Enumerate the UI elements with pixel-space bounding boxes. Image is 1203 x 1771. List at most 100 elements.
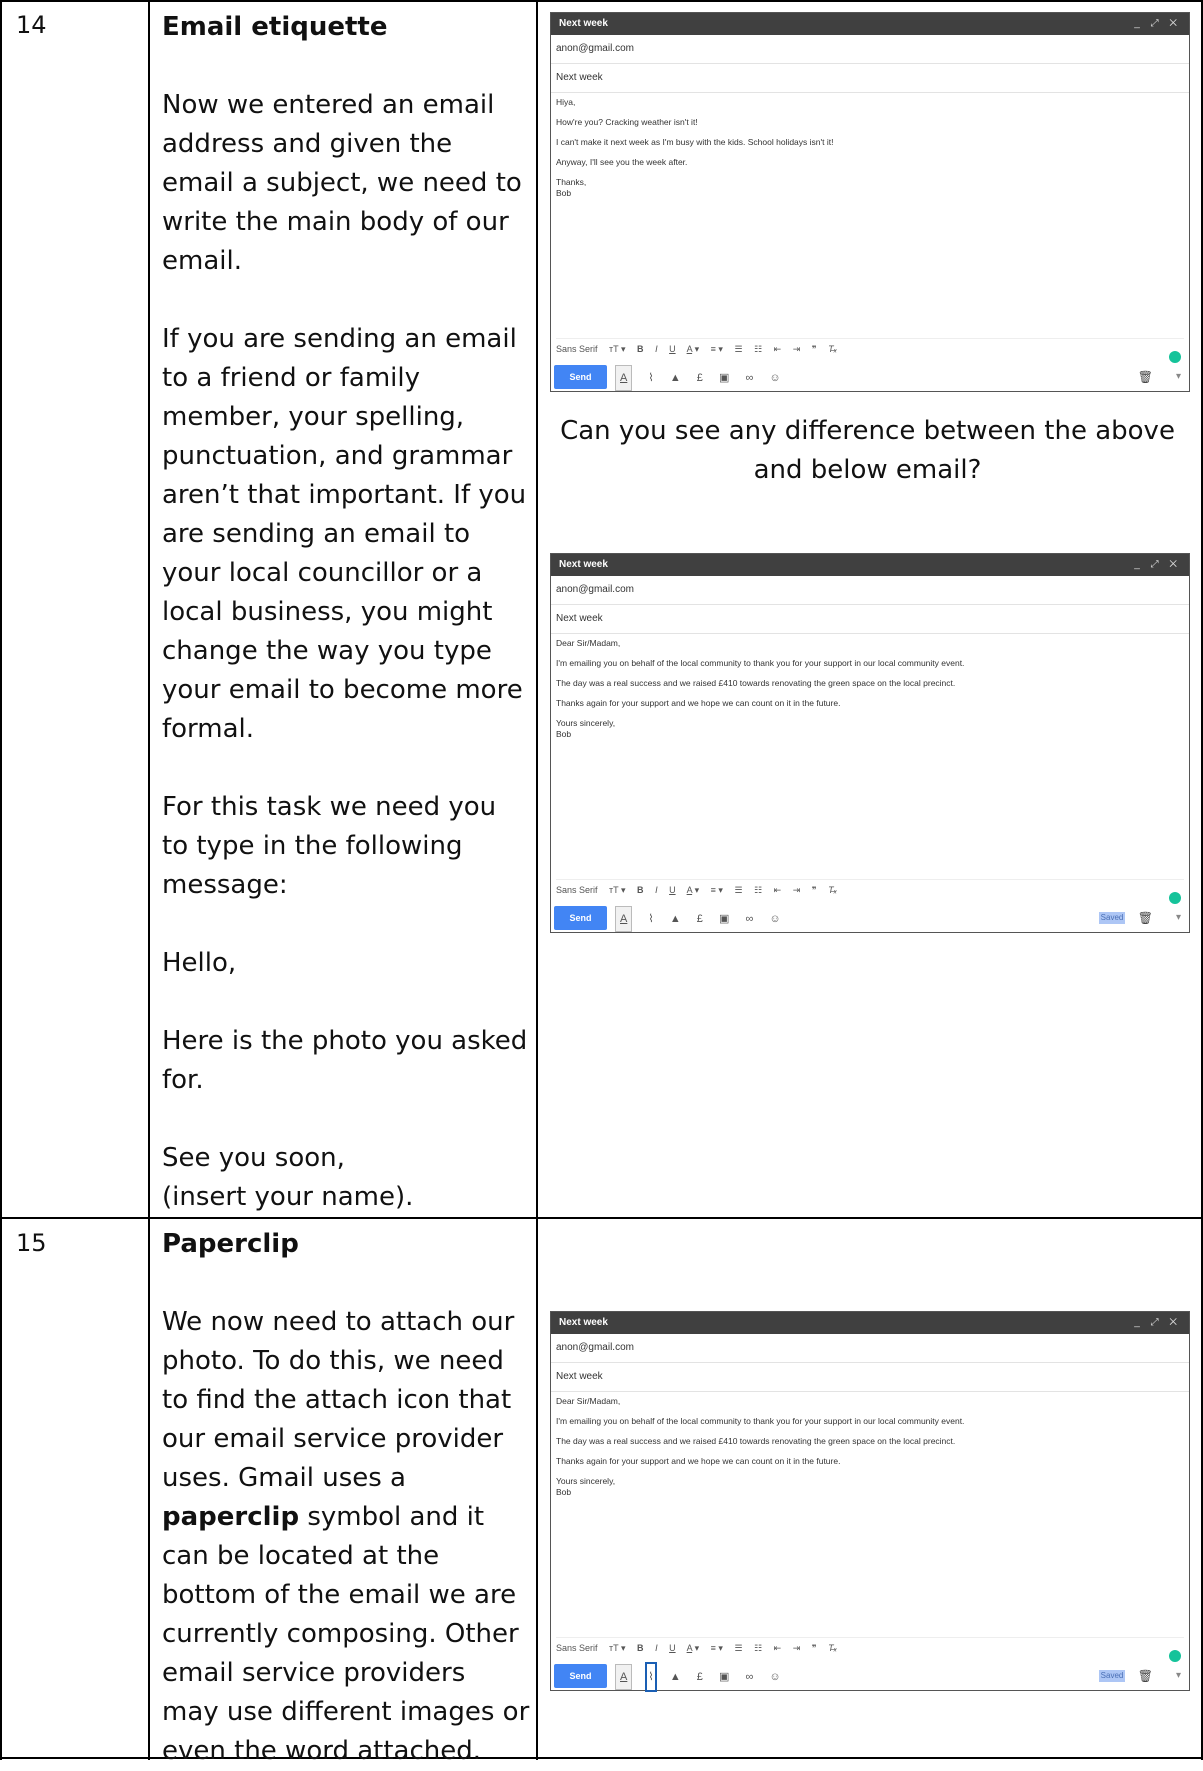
saved-badge: Saved — [1099, 912, 1125, 924]
indent-less-icon[interactable]: ⇤ — [774, 885, 782, 895]
email-line: I'm emailing you on behalf of the local … — [556, 1416, 965, 1426]
italic-icon[interactable]: I — [655, 1643, 658, 1653]
formatting-toolbar: Sans Serif ᴛT ▾ B I U A ▾ ≡ ▾ ☰ ☷ ⇤ ⇥ ❞ … — [556, 338, 1184, 359]
link-icon[interactable]: ∞ — [745, 366, 753, 390]
email-signoff: Yours sincerely, — [556, 1476, 616, 1486]
quote-icon[interactable]: ❞ — [812, 344, 817, 354]
step-15-text-before: We now need to attach our photo. To do t… — [162, 1307, 515, 1493]
indent-more-icon[interactable]: ⇥ — [793, 1643, 801, 1653]
italic-icon[interactable]: I — [655, 885, 658, 895]
compose-tools: A ⌇ ▲ £ ▣ ∞ ☺ — [615, 906, 794, 932]
compose-tools: A ⌇ ▲ £ ▣ ∞ ☺ — [615, 1662, 794, 1692]
step-14-closing-1: See you soon, — [162, 1143, 345, 1173]
text-color-icon[interactable]: A ▾ — [687, 1643, 700, 1653]
font-select[interactable]: Sans Serif — [556, 885, 598, 895]
font-size-icon[interactable]: ᴛT ▾ — [609, 885, 625, 895]
font-select[interactable]: Sans Serif — [556, 344, 598, 354]
emoji-icon[interactable]: ☺ — [769, 366, 780, 390]
bold-icon[interactable]: B — [637, 1643, 644, 1653]
formatting-options-icon[interactable]: A — [615, 1664, 633, 1690]
photo-icon[interactable]: ▣ — [719, 366, 729, 390]
indent-more-icon[interactable]: ⇥ — [793, 885, 801, 895]
numbered-list-icon[interactable]: ☰ — [734, 1643, 742, 1653]
photo-icon[interactable]: ▣ — [719, 1665, 729, 1689]
emoji-icon[interactable]: ☺ — [769, 907, 780, 931]
window-controls-icon[interactable]: _ ⤢ ✕ — [1134, 1312, 1181, 1334]
to-field[interactable]: anon@gmail.com — [551, 576, 1189, 605]
more-options-icon[interactable]: ▾ — [1176, 365, 1181, 389]
money-icon[interactable]: £ — [697, 1665, 703, 1689]
underline-icon[interactable]: U — [669, 344, 676, 354]
to-field[interactable]: anon@gmail.com — [551, 35, 1189, 64]
email-line: How're you? Cracking weather isn't it! — [556, 117, 698, 127]
money-icon[interactable]: £ — [697, 907, 703, 931]
clear-format-icon[interactable]: T̶ₓ — [828, 885, 837, 895]
clear-format-icon[interactable]: T̶ₓ — [828, 1643, 837, 1653]
step-14-para-3: For this task we need you to type in the… — [162, 792, 497, 900]
emoji-icon[interactable]: ☺ — [769, 1665, 780, 1689]
paperclip-icon[interactable]: ⌇ — [648, 366, 653, 390]
bullet-list-icon[interactable]: ☷ — [754, 885, 762, 895]
indent-less-icon[interactable]: ⇤ — [774, 344, 782, 354]
email-signature: Bob — [556, 729, 572, 739]
paperclip-icon[interactable]: ⌇ — [648, 907, 653, 931]
trash-icon[interactable]: 🗑 — [1138, 365, 1153, 389]
quote-icon[interactable]: ❞ — [812, 1643, 817, 1653]
align-icon[interactable]: ≡ ▾ — [711, 1643, 723, 1653]
send-button[interactable]: Send — [554, 906, 607, 930]
indent-more-icon[interactable]: ⇥ — [793, 344, 801, 354]
photo-icon[interactable]: ▣ — [719, 907, 729, 931]
clear-format-icon[interactable]: T̶ₓ — [828, 344, 837, 354]
quote-icon[interactable]: ❞ — [812, 885, 817, 895]
bold-icon[interactable]: B — [637, 885, 644, 895]
send-button[interactable]: Send — [554, 1664, 607, 1688]
formatting-options-icon[interactable]: A — [615, 365, 633, 391]
numbered-list-icon[interactable]: ☰ — [734, 344, 742, 354]
align-icon[interactable]: ≡ ▾ — [711, 885, 723, 895]
font-select[interactable]: Sans Serif — [556, 1643, 598, 1653]
step-15-text: Paperclip We now need to attach our phot… — [162, 1225, 530, 1771]
link-icon[interactable]: ∞ — [745, 1665, 753, 1689]
underline-icon[interactable]: U — [669, 1643, 676, 1653]
email-signature: Bob — [556, 1487, 572, 1497]
bold-icon[interactable]: B — [637, 344, 644, 354]
bullet-list-icon[interactable]: ☷ — [754, 1643, 762, 1653]
more-options-icon[interactable]: ▾ — [1176, 906, 1181, 930]
subject-field[interactable]: Next week — [551, 64, 1189, 93]
compose-window-formal: Next week _ ⤢ ✕ anon@gmail.com Next week… — [550, 553, 1190, 933]
text-color-icon[interactable]: A ▾ — [687, 885, 700, 895]
step-number-14: 14 — [16, 11, 47, 39]
window-controls-icon[interactable]: _ ⤢ ✕ — [1134, 13, 1181, 35]
more-options-icon[interactable]: ▾ — [1176, 1664, 1181, 1688]
drive-icon[interactable]: ▲ — [670, 366, 681, 390]
font-size-icon[interactable]: ᴛT ▾ — [609, 344, 625, 354]
numbered-list-icon[interactable]: ☰ — [734, 885, 742, 895]
text-color-icon[interactable]: A ▾ — [687, 344, 700, 354]
trash-icon[interactable]: 🗑 — [1138, 1664, 1153, 1688]
to-field[interactable]: anon@gmail.com — [551, 1334, 1189, 1363]
align-icon[interactable]: ≡ ▾ — [711, 344, 723, 354]
formatting-options-icon[interactable]: A — [615, 906, 633, 932]
italic-icon[interactable]: I — [655, 344, 658, 354]
drive-icon[interactable]: ▲ — [670, 907, 681, 931]
underline-icon[interactable]: U — [669, 885, 676, 895]
email-greeting: Hiya, — [556, 97, 576, 107]
trash-icon[interactable]: 🗑 — [1138, 906, 1153, 930]
subject-field[interactable]: Next week — [551, 605, 1189, 634]
money-icon[interactable]: £ — [697, 366, 703, 390]
window-controls-icon[interactable]: _ ⤢ ✕ — [1134, 554, 1181, 576]
font-size-icon[interactable]: ᴛT ▾ — [609, 1643, 625, 1653]
step-14-para-5: Here is the photo you asked for. — [162, 1026, 528, 1095]
link-icon[interactable]: ∞ — [745, 907, 753, 931]
subject-field[interactable]: Next week — [551, 1363, 1189, 1392]
indent-less-icon[interactable]: ⇤ — [774, 1643, 782, 1653]
bullet-list-icon[interactable]: ☷ — [754, 344, 762, 354]
paperclip-icon[interactable]: ⌇ — [645, 1662, 658, 1692]
drive-icon[interactable]: ▲ — [670, 1665, 681, 1689]
step-15-bold-word: paperclip — [162, 1502, 300, 1532]
send-button[interactable]: Send — [554, 365, 607, 389]
email-body[interactable]: Dear Sir/Madam, I'm emailing you on beha… — [551, 1392, 1189, 1502]
compose-title: Next week — [559, 1317, 608, 1328]
email-body[interactable]: Dear Sir/Madam, I'm emailing you on beha… — [551, 634, 1189, 744]
email-body[interactable]: Hiya, How're you? Cracking weather isn't… — [551, 93, 1189, 203]
